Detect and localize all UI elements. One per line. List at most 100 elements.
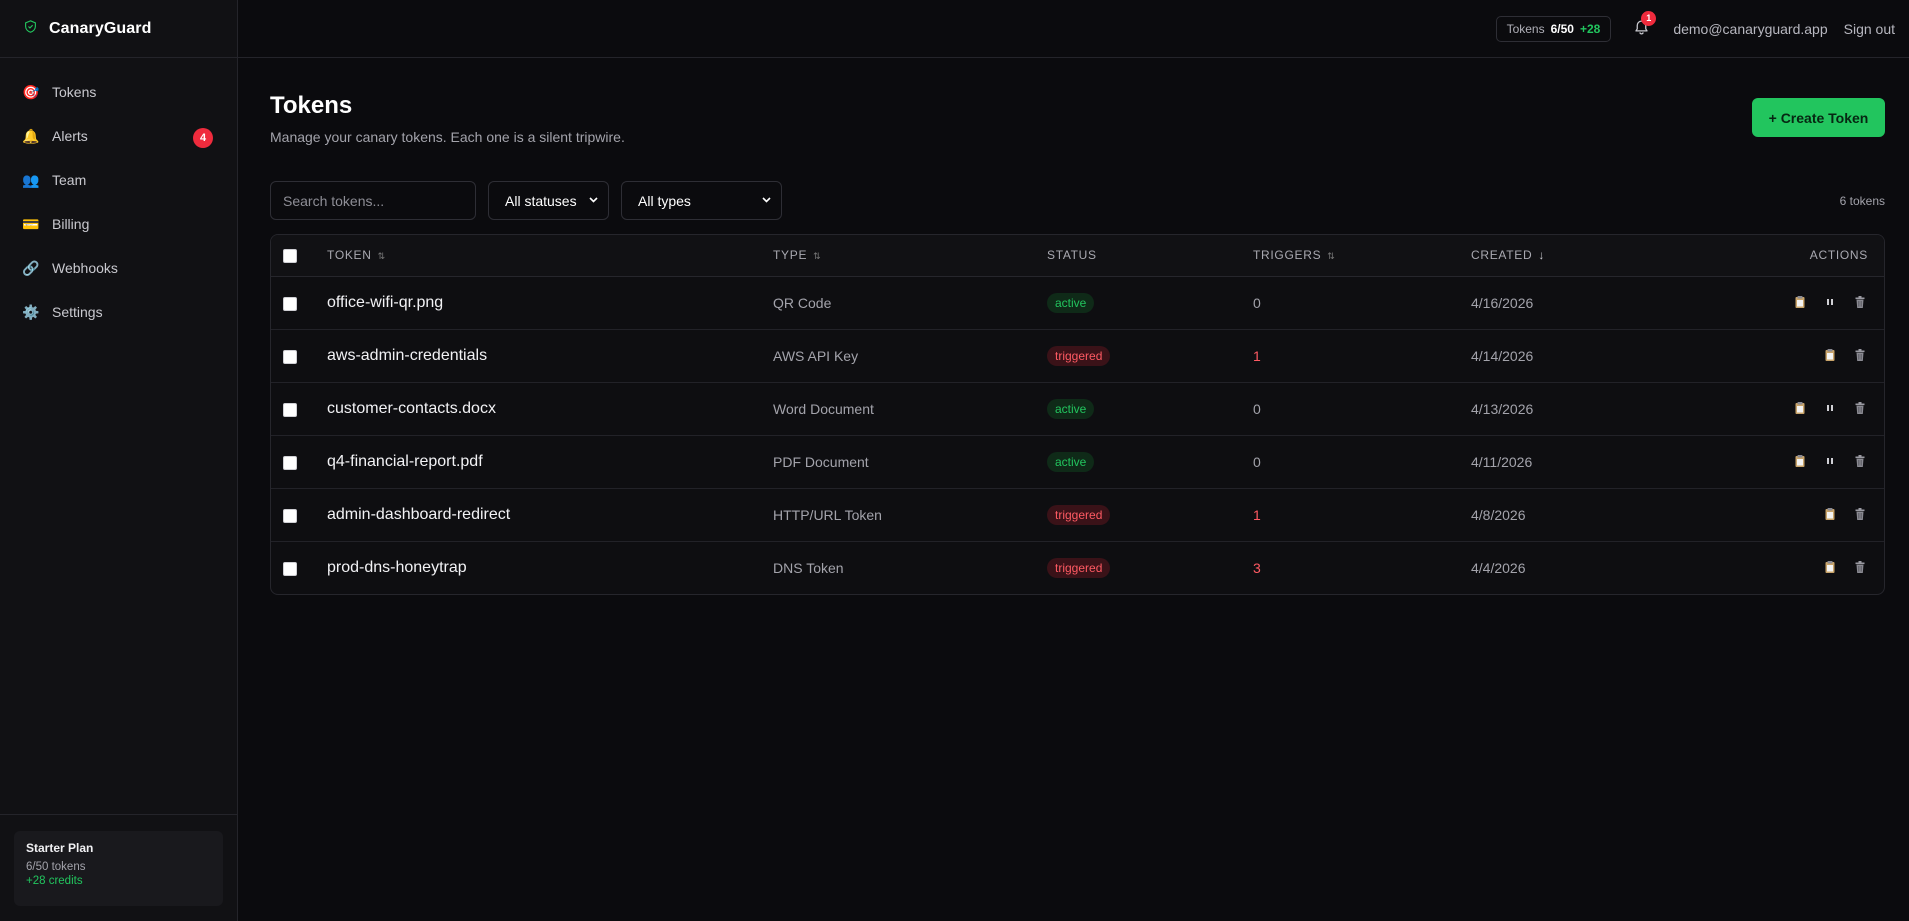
sidebar-item-label: Webhooks [52,260,118,276]
search-input[interactable] [270,181,476,220]
trash-icon[interactable] [1852,453,1868,469]
status-badge: triggered [1047,504,1111,525]
token-type: QR Code [773,294,832,311]
gear-icon: ⚙️ [22,303,40,320]
status-badge: active [1047,451,1095,472]
row-actions [1822,506,1868,522]
copy-icon[interactable] [1822,347,1838,363]
column-header-label: TRIGGERS [1253,248,1322,263]
sidebar-footer: Starter Plan 6/50 tokens +28 credits [0,814,237,921]
type-filter-select[interactable]: All types [621,181,782,220]
table-row[interactable]: customer-contacts.docx Word Document activ… [271,382,1884,436]
plan-name: Starter Plan [26,841,94,855]
copy-icon[interactable] [1792,294,1808,310]
brand[interactable]: CanaryGuard [0,0,237,58]
token-name[interactable]: office-wifi-qr.png [327,294,443,311]
copy-icon[interactable] [1822,559,1838,575]
sort-desc-icon: ↓ [1538,248,1546,263]
sidebar-item-label: Billing [52,216,90,232]
bell-icon: 🔔 [22,127,40,144]
pause-icon[interactable] [1822,453,1838,469]
sidebar-item-label: Team [52,172,87,188]
status-badge: active [1047,292,1095,313]
column-header-created[interactable]: CREATED ↓ [1471,235,1671,277]
status-badge: active [1047,398,1095,419]
trash-icon[interactable] [1852,506,1868,522]
token-type: Word Document [773,400,874,417]
token-name[interactable]: aws-admin-credentials [327,347,487,364]
sign-out-link[interactable]: Sign out [1844,21,1895,37]
table-body: office-wifi-qr.png QR Code active 0 4/16/202… [271,276,1884,594]
token-name[interactable]: prod-dns-honeytrap [327,559,467,576]
trash-icon[interactable] [1852,347,1868,363]
token-name[interactable]: admin-dashboard-redirect [327,506,510,523]
column-header-label: TYPE [773,248,808,263]
credit-card-icon: 💳 [22,215,40,232]
main: Tokens 6/50 +28 1 demo@canaryguard.app S… [238,0,1909,921]
copy-icon[interactable] [1792,400,1808,416]
tokens-page: Tokens Manage your canary tokens. Each o… [238,58,1909,595]
create-token-button[interactable]: + Create Token [1752,98,1885,137]
row-checkbox[interactable] [283,508,297,523]
column-header-type[interactable]: TYPE ⇅ [773,235,1047,277]
column-header-triggers[interactable]: TRIGGERS ⇅ [1253,235,1471,277]
created-date: 4/14/2026 [1471,347,1534,364]
sort-icon: ⇅ [813,251,822,262]
chevron-down-icon [589,195,598,206]
created-date: 4/16/2026 [1471,294,1534,311]
sidebar-item-team[interactable]: 👥 Team [0,158,237,202]
plan-card[interactable]: Starter Plan 6/50 tokens +28 credits [14,831,223,906]
page-header: Tokens Manage your canary tokens. Each o… [270,58,1885,145]
sidebar-item-billing[interactable]: 💳 Billing [0,202,237,246]
row-actions [1792,453,1868,469]
trash-icon[interactable] [1852,400,1868,416]
sidebar-item-label: Tokens [52,84,97,100]
row-checkbox[interactable] [283,455,297,470]
trash-icon[interactable] [1852,294,1868,310]
notifications-button[interactable]: 1 [1633,10,1657,39]
link-icon: 🔗 [22,259,40,276]
trash-icon[interactable] [1852,559,1868,575]
column-header-token[interactable]: TOKEN ⇅ [327,235,773,277]
table-row[interactable]: aws-admin-credentials AWS API Key triggere… [271,329,1884,383]
token-type: DNS Token [773,559,844,576]
sidebar: CanaryGuard 🎯 Tokens 🔔 Alerts 4 👥 Team 💳 Billing… [0,0,238,921]
trigger-count: 0 [1253,294,1261,311]
row-checkbox[interactable] [283,296,297,311]
copy-icon[interactable] [1822,506,1838,522]
page-title: Tokens [270,92,353,119]
token-usage-label: Tokens [1506,21,1545,36]
sidebar-item-settings[interactable]: ⚙️ Settings [0,290,237,334]
target-icon: 🎯 [22,83,40,100]
sidebar-item-webhooks[interactable]: 🔗 Webhooks [0,246,237,290]
row-checkbox[interactable] [283,402,297,417]
token-name[interactable]: customer-contacts.docx [327,400,496,417]
alerts-count-badge: 4 [193,128,213,148]
status-filter-select[interactable]: All statuses [488,181,609,220]
column-header-status: STATUS [1047,235,1253,277]
token-type: AWS API Key [773,347,859,364]
token-name[interactable]: q4-financial-report.pdf [327,453,483,470]
plan-credits: +28 credits [26,875,83,887]
filters-bar: All statuses All types 6 tokens [270,181,1885,220]
copy-icon[interactable] [1792,453,1808,469]
pause-icon[interactable] [1822,400,1838,416]
created-date: 4/4/2026 [1471,559,1526,576]
table-row[interactable]: prod-dns-honeytrap DNS Token triggered 3 4/4… [271,541,1884,594]
sidebar-item-alerts[interactable]: 🔔 Alerts 4 [0,114,237,158]
row-checkbox[interactable] [283,349,297,364]
brand-name: CanaryGuard [49,19,152,37]
pause-icon[interactable] [1822,294,1838,310]
table-row[interactable]: office-wifi-qr.png QR Code active 0 4/16/202… [271,276,1884,330]
sort-icon: ⇅ [377,251,386,262]
trigger-count: 1 [1253,347,1261,364]
sidebar-item-tokens[interactable]: 🎯 Tokens [0,70,237,114]
token-type: PDF Document [773,453,869,470]
status-badge: triggered [1047,345,1111,366]
table-row[interactable]: q4-financial-report.pdf PDF Document activ… [271,435,1884,489]
select-all-checkbox[interactable] [283,248,297,263]
table-row[interactable]: admin-dashboard-redirect HTTP/URL Token tr… [271,488,1884,542]
row-checkbox[interactable] [283,561,297,576]
app-root: CanaryGuard 🎯 Tokens 🔔 Alerts 4 👥 Team 💳 Billing… [0,0,1909,921]
column-header-label: TOKEN [327,248,372,263]
